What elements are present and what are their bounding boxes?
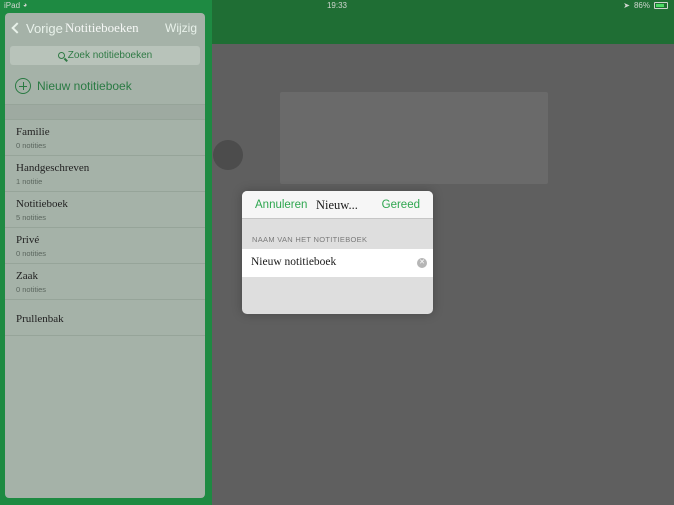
notebook-item-prullenbak[interactable]: Prullenbak (5, 300, 205, 336)
clear-text-icon[interactable]: ✕ (417, 258, 427, 268)
notebook-item-zaak[interactable]: Zaak 0 notities (5, 264, 205, 300)
notebook-name-row: ✕ (242, 249, 433, 277)
notebook-item-familie[interactable]: Familie 0 notities (5, 120, 205, 156)
battery-fill (656, 4, 665, 7)
done-button[interactable]: Gereed (382, 199, 420, 211)
notebook-count: 0 notities (16, 249, 47, 258)
notebook-name: Handgeschreven (16, 162, 90, 174)
notebook-name: Prullenbak (16, 313, 64, 325)
notebook-item-prive[interactable]: Privé 0 notities (5, 228, 205, 264)
notebook-name-label: NAAM VAN HET NOTITIEBOEK (252, 235, 368, 244)
plus-circle-icon (15, 78, 31, 94)
notebooks-sidebar: Vorige Notitieboeken Wijzig Zoek notitie… (5, 13, 205, 498)
sidebar-nav-bar: Vorige Notitieboeken Wijzig (5, 13, 205, 43)
status-time: 19:33 (326, 1, 348, 10)
status-bar: iPad ◕ 19:33 ➤ 86% (0, 0, 674, 12)
notebook-name: Privé (16, 234, 40, 246)
notebook-item-notitieboek[interactable]: Notitieboek 5 notities (5, 192, 205, 228)
status-right: ➤ 86% (623, 1, 668, 10)
notebook-name: Zaak (16, 270, 38, 282)
new-notebook-dialog: Annuleren Nieuw... Gereed NAAM VAN HET N… (242, 191, 433, 314)
chevron-left-icon (11, 22, 23, 34)
battery-percent: 86% (633, 1, 650, 10)
notebook-count: 5 notities (16, 213, 47, 222)
notebook-count: 0 notities (16, 141, 47, 150)
battery-icon (654, 2, 668, 9)
notebook-list: Familie 0 notities Handgeschreven 1 noti… (5, 120, 205, 336)
new-notebook-button[interactable]: Nieuw notitieboek (5, 68, 205, 104)
list-separator (5, 104, 205, 120)
notebook-count: 0 notities (16, 285, 47, 294)
search-icon (57, 52, 65, 59)
edit-button[interactable]: Wijzig (165, 21, 197, 35)
notebook-name: Notitieboek (16, 198, 68, 210)
background-shape (213, 140, 243, 170)
back-label: Vorige (26, 20, 63, 36)
sidebar-title: Notitieboeken (65, 20, 139, 35)
new-notebook-label: Nieuw notitieboek (37, 79, 132, 93)
back-button[interactable]: Vorige (11, 20, 63, 36)
dialog-nav-bar: Annuleren Nieuw... Gereed (242, 191, 433, 219)
notebook-name: Familie (16, 126, 50, 138)
location-arrow-icon: ➤ (623, 1, 630, 10)
search-notebooks-field[interactable]: Zoek notitieboeken (10, 46, 200, 65)
cancel-button[interactable]: Annuleren (255, 199, 307, 211)
search-placeholder: Zoek notitieboeken (67, 50, 153, 61)
background-card (280, 92, 548, 184)
notebook-name-input[interactable] (251, 256, 411, 268)
notebook-count: 1 notitie (16, 177, 43, 186)
notebook-item-handgeschreven[interactable]: Handgeschreven 1 notitie (5, 156, 205, 192)
dialog-title: Nieuw... (316, 198, 358, 212)
